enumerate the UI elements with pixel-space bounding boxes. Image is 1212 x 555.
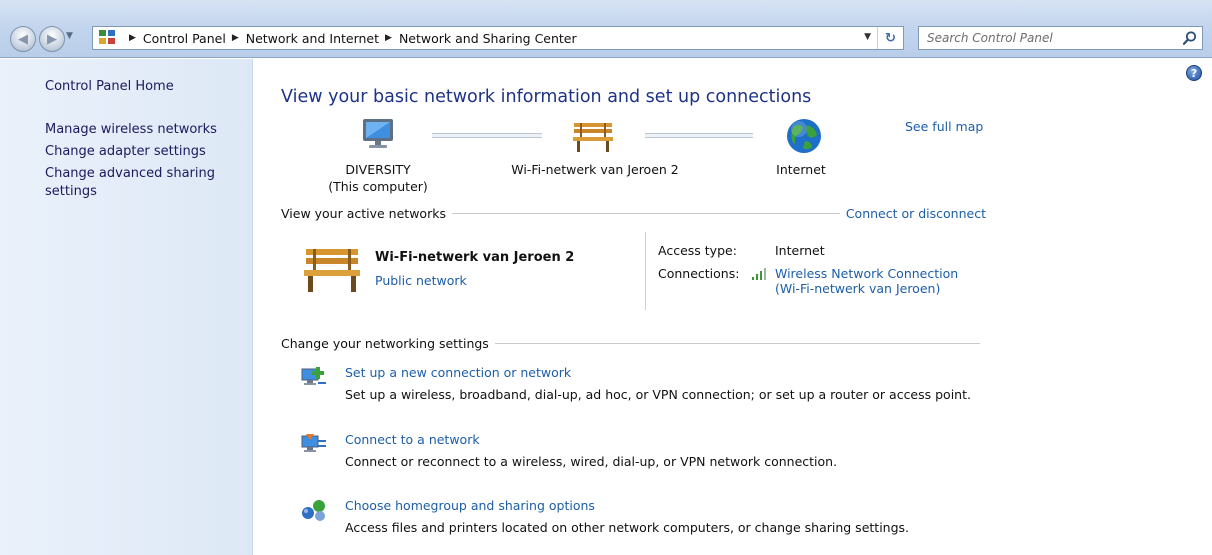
setup-new-connection-desc: Set up a wireless, broadband, dial-up, a… (345, 387, 971, 402)
search-input[interactable] (919, 27, 1159, 49)
sidebar-item-adapter-settings[interactable]: Change adapter settings (45, 143, 245, 161)
access-type-label: Access type: (658, 243, 737, 258)
refresh-button[interactable]: ↻ (877, 27, 903, 49)
back-button[interactable]: ◀ (10, 26, 36, 52)
help-icon[interactable]: ? (1186, 65, 1202, 81)
connect-network-icon (301, 434, 326, 452)
map-internet-label: Internet (776, 162, 826, 177)
section-divider (451, 213, 840, 214)
recent-pages-dropdown-icon[interactable]: ▼ (66, 31, 73, 41)
setup-new-connection-link[interactable]: Set up a new connection or network (345, 365, 571, 380)
page-title: View your basic network information and … (281, 87, 812, 107)
sidebar-item-manage-wireless[interactable]: Manage wireless networks (45, 121, 245, 139)
map-connector-line (645, 133, 753, 138)
forward-arrow-icon: ▶ (47, 31, 57, 47)
connect-to-network-link[interactable]: Connect to a network (345, 432, 480, 447)
control-panel-icon (99, 30, 117, 46)
sidebar-links: Manage wireless networks Change adapter … (45, 121, 245, 205)
homegroup-sharing-desc: Access files and printers located on oth… (345, 520, 910, 535)
control-panel-home-link[interactable]: Control Panel Home (45, 79, 174, 94)
network-location-link[interactable]: Public network (375, 273, 467, 288)
change-settings-heading: Change your networking settings (281, 336, 489, 351)
breadcrumb-separator-icon: ▶ (129, 33, 136, 43)
breadcrumb-separator-icon: ▶ (385, 33, 392, 43)
breadcrumb-control-panel[interactable]: Control Panel (143, 31, 226, 46)
public-network-bench-icon[interactable] (302, 245, 362, 295)
computer-subtitle: (This computer) (328, 179, 428, 194)
breadcrumb-separator-icon: ▶ (231, 33, 239, 43)
computer-name: DIVERSITY (345, 162, 411, 177)
wireless-signal-icon (752, 268, 766, 280)
address-toolbar: ◀ ▶ ▼ ▶ Control Panel ▶ Network and Inte… (0, 0, 1212, 58)
map-connector-line (432, 133, 542, 138)
search-box (918, 26, 1203, 50)
vertical-divider (645, 232, 646, 310)
sidebar-item-advanced-sharing[interactable]: Change advanced sharing settings (45, 165, 245, 201)
new-connection-icon (301, 367, 326, 385)
connection-ssid: (Wi-Fi-netwerk van Jeroen) (775, 281, 941, 296)
access-type-value: Internet (775, 243, 825, 258)
task-sidebar: Control Panel Home Manage wireless netwo… (0, 59, 253, 555)
search-icon[interactable] (1182, 30, 1198, 46)
refresh-icon: ↻ (885, 30, 896, 46)
computer-icon (363, 119, 393, 148)
breadcrumb-network-internet[interactable]: Network and Internet (246, 31, 379, 46)
wireless-connection-link[interactable]: Wireless Network Connection (Wi-Fi-netwe… (775, 266, 958, 296)
breadcrumb-network-sharing-center[interactable]: Network and Sharing Center (399, 31, 577, 46)
active-networks-heading: View your active networks (281, 206, 446, 221)
change-settings-header: Change your networking settings (281, 336, 986, 351)
computer-label: DIVERSITY (This computer) (318, 161, 438, 195)
connection-name: Wireless Network Connection (775, 266, 959, 281)
connect-to-network-desc: Connect or reconnect to a wireless, wire… (345, 454, 838, 469)
active-networks-header: View your active networks Connect or dis… (281, 206, 986, 221)
homegroup-sharing-link[interactable]: Choose homegroup and sharing options (345, 498, 595, 513)
internet-globe-icon (787, 119, 821, 153)
active-network-name: Wi-Fi-netwerk van Jeroen 2 (375, 250, 575, 265)
connect-or-disconnect-link[interactable]: Connect or disconnect (846, 206, 986, 221)
address-bar[interactable]: ▶ Control Panel ▶ Network and Internet ▶… (92, 26, 904, 50)
breadcrumb: ▶ Control Panel ▶ Network and Internet ▶… (123, 31, 577, 46)
homegroup-icon (302, 500, 325, 521)
map-network-label: Wi-Fi-netwerk van Jeroen 2 (511, 162, 679, 177)
address-history-dropdown-icon[interactable]: ▼ (864, 32, 871, 42)
section-divider (494, 343, 980, 344)
bench-network-icon (573, 123, 613, 152)
forward-button[interactable]: ▶ (39, 26, 65, 52)
see-full-map-link[interactable]: See full map (905, 119, 983, 134)
connections-label: Connections: (658, 266, 740, 281)
back-arrow-icon: ◀ (18, 31, 28, 47)
